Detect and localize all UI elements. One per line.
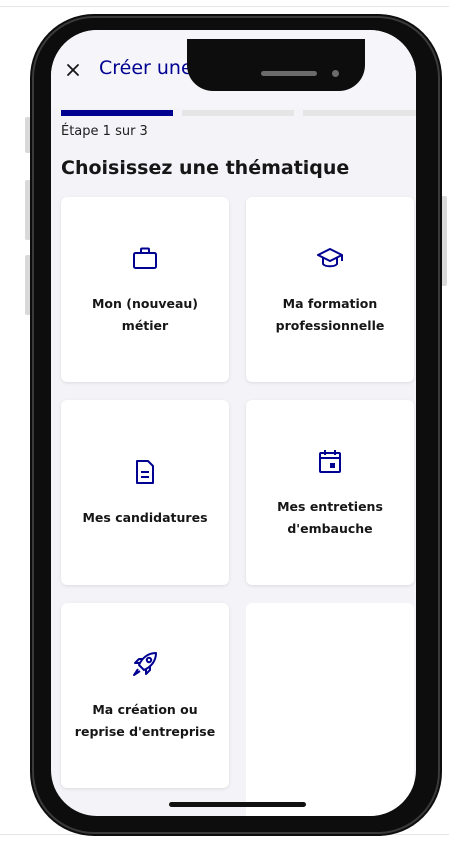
calendar-icon bbox=[315, 446, 345, 476]
theme-card-label: Mes entretiens d'embauche bbox=[277, 498, 383, 536]
step-segment-2 bbox=[182, 110, 294, 116]
step-indicator: Étape 1 sur 3 bbox=[61, 124, 148, 139]
close-button[interactable] bbox=[61, 58, 85, 82]
app-screen: Créer une démarche Étape 1 sur 3 Choisis… bbox=[51, 30, 416, 816]
top-divider bbox=[0, 6, 449, 7]
close-icon bbox=[67, 64, 79, 76]
theme-card-creation-entreprise[interactable]: Ma création ou reprise d'entreprise bbox=[61, 603, 229, 788]
theme-card-label: Ma création ou reprise d'entreprise bbox=[74, 701, 216, 739]
theme-card-candidatures[interactable]: Mes candidatures bbox=[61, 400, 229, 585]
front-camera bbox=[332, 70, 339, 77]
section-title: Choisissez une thématique bbox=[61, 157, 350, 179]
theme-card-formation[interactable]: Ma formation professionnelle bbox=[246, 197, 414, 382]
theme-card-entretiens[interactable]: Mes entretiens d'embauche bbox=[246, 400, 414, 585]
theme-card-label: Ma formation professionnelle bbox=[275, 295, 385, 333]
theme-card-label: Mon (nouveau) métier bbox=[91, 295, 199, 333]
speaker-grille bbox=[261, 71, 317, 76]
document-icon bbox=[130, 457, 160, 487]
step-segment-1 bbox=[61, 110, 173, 116]
phone-notch bbox=[187, 39, 365, 91]
rocket-icon bbox=[130, 649, 160, 679]
step-segment-3 bbox=[303, 110, 416, 116]
home-indicator[interactable] bbox=[169, 802, 306, 807]
theme-card-label: Mes candidatures bbox=[82, 509, 208, 525]
theme-card-metier[interactable]: Mon (nouveau) métier bbox=[61, 197, 229, 382]
briefcase-icon bbox=[130, 243, 160, 273]
step-progress-bar bbox=[61, 110, 416, 116]
empty-tile bbox=[246, 603, 414, 816]
graduation-cap-icon bbox=[315, 243, 345, 273]
